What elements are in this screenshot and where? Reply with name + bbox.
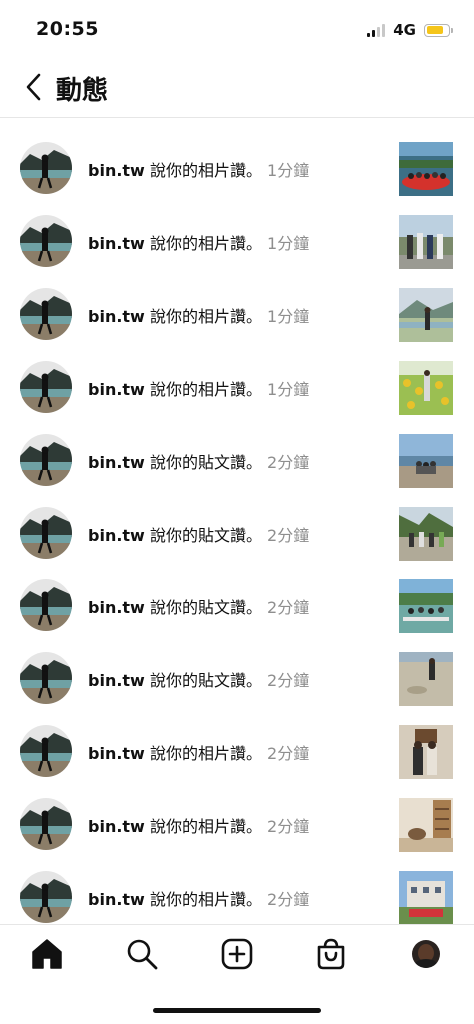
notification-action: 說你的相片讚。 xyxy=(149,161,262,180)
notification-row[interactable]: bin.tw 說你的貼文讚。 2分鐘 xyxy=(0,427,474,493)
avatar[interactable] xyxy=(20,652,72,705)
home-icon[interactable] xyxy=(30,937,64,971)
avatar[interactable] xyxy=(20,871,72,923)
profile-avatar[interactable] xyxy=(409,937,443,971)
notification-row[interactable]: bin.tw 說你的貼文讚。 2分鐘 xyxy=(0,645,474,711)
notification-row[interactable]: bin.tw 說你的相片讚。 1分鐘 xyxy=(0,354,474,420)
post-thumbnail[interactable] xyxy=(399,142,453,196)
post-thumbnail[interactable] xyxy=(399,798,453,853)
notification-text: bin.tw 說你的相片讚。 1分鐘 xyxy=(88,157,309,181)
notification-text: bin.tw 說你的相片讚。 1分鐘 xyxy=(88,230,309,254)
notification-action: 說你的貼文讚。 xyxy=(149,671,262,691)
notification-time: 1分鐘 xyxy=(267,233,310,253)
notification-text: bin.tw 說你的相片讚。 2分鐘 xyxy=(88,886,309,910)
post-thumbnail[interactable] xyxy=(399,579,453,634)
username[interactable]: bin.tw xyxy=(88,453,145,472)
notification-text: bin.tw 說你的相片讚。 1分鐘 xyxy=(88,303,309,327)
avatar[interactable] xyxy=(20,360,72,413)
notification-text: bin.tw 說你的貼文讚。 2分鐘 xyxy=(88,522,309,546)
notification-action: 說你的貼文讚。 xyxy=(149,598,262,618)
notification-row[interactable]: bin.tw 說你的相片讚。 2分鐘 xyxy=(0,791,474,857)
search-icon[interactable] xyxy=(125,937,159,971)
activity-header: 動態 xyxy=(0,62,474,118)
notification-action: 說你的貼文讚。 xyxy=(149,525,262,545)
notification-action: 說你的貼文讚。 xyxy=(149,452,262,472)
notification-action: 說你的相片讚。 xyxy=(149,817,262,837)
notification-row[interactable]: bin.tw 說你的相片讚。 2分鐘 xyxy=(0,864,474,925)
new-post-icon[interactable] xyxy=(220,937,254,971)
notification-time: 2分鐘 xyxy=(267,671,310,691)
notification-row[interactable]: bin.tw 說你的相片讚。 2分鐘 xyxy=(0,718,474,784)
avatar[interactable] xyxy=(20,798,72,851)
post-thumbnail[interactable] xyxy=(399,360,453,415)
post-thumbnail[interactable] xyxy=(399,725,453,780)
notification-list: bin.tw 說你的相片讚。 1分鐘 bin.tw 說你的相片讚。 1分鐘 bin.… xyxy=(0,130,474,925)
notification-action: 說你的相片讚。 xyxy=(149,233,262,253)
notification-text: bin.tw 說你的相片讚。 2分鐘 xyxy=(88,813,309,837)
notification-row[interactable]: bin.tw 說你的貼文讚。 2分鐘 xyxy=(0,572,474,638)
avatar[interactable] xyxy=(20,725,72,778)
notification-row[interactable]: bin.tw 說你的相片讚。 1分鐘 xyxy=(0,281,474,347)
post-thumbnail[interactable] xyxy=(399,287,453,342)
avatar[interactable] xyxy=(20,433,72,486)
avatar[interactable] xyxy=(20,142,72,194)
notification-time: 2分鐘 xyxy=(267,817,310,837)
notification-time: 2分鐘 xyxy=(267,452,310,472)
notification-action: 說你的相片讚。 xyxy=(149,306,262,326)
notification-time: 1分鐘 xyxy=(267,161,310,180)
notification-time: 2分鐘 xyxy=(267,890,310,909)
username[interactable]: bin.tw xyxy=(88,234,145,253)
status-bar: 20:55 4G xyxy=(0,0,474,60)
notification-row[interactable]: bin.tw 說你的相片讚。 1分鐘 xyxy=(0,135,474,201)
post-thumbnail[interactable] xyxy=(399,652,453,707)
battery-icon xyxy=(424,23,453,37)
post-thumbnail[interactable] xyxy=(399,433,453,488)
notification-row[interactable]: bin.tw 說你的貼文讚。 2分鐘 xyxy=(0,500,474,566)
status-icons: 4G xyxy=(367,20,453,40)
shop-icon[interactable] xyxy=(314,937,348,971)
post-thumbnail[interactable] xyxy=(399,871,453,925)
avatar[interactable] xyxy=(20,287,72,340)
notification-text: bin.tw 說你的相片讚。 1分鐘 xyxy=(88,376,309,400)
username[interactable]: bin.tw xyxy=(88,307,145,326)
username[interactable]: bin.tw xyxy=(88,890,145,909)
notification-time: 1分鐘 xyxy=(267,379,310,399)
notification-action: 說你的相片讚。 xyxy=(149,379,262,399)
avatar[interactable] xyxy=(20,214,72,267)
username[interactable]: bin.tw xyxy=(88,161,145,180)
avatar[interactable] xyxy=(20,579,72,632)
post-thumbnail[interactable] xyxy=(399,506,453,561)
username[interactable]: bin.tw xyxy=(88,744,145,763)
notification-text: bin.tw 說你的貼文讚。 2分鐘 xyxy=(88,667,309,691)
username[interactable]: bin.tw xyxy=(88,380,145,399)
username[interactable]: bin.tw xyxy=(88,817,145,836)
page-title: 動態 xyxy=(56,76,109,106)
avatar[interactable] xyxy=(20,506,72,559)
username[interactable]: bin.tw xyxy=(88,598,145,617)
username[interactable]: bin.tw xyxy=(88,671,145,690)
post-thumbnail[interactable] xyxy=(399,214,453,269)
notification-action: 說你的相片讚。 xyxy=(149,744,262,764)
notification-time: 2分鐘 xyxy=(267,598,310,618)
username[interactable]: bin.tw xyxy=(88,526,145,545)
chevron-left-icon[interactable] xyxy=(20,72,50,102)
notification-time: 1分鐘 xyxy=(267,306,310,326)
notification-time: 2分鐘 xyxy=(267,525,310,545)
notification-action: 說你的相片讚。 xyxy=(149,890,262,909)
notification-text: bin.tw 說你的貼文讚。 2分鐘 xyxy=(88,449,309,473)
status-time: 20:55 xyxy=(36,18,99,40)
notification-time: 2分鐘 xyxy=(267,744,310,764)
notification-text: bin.tw 說你的相片讚。 2分鐘 xyxy=(88,740,309,764)
home-indicator xyxy=(153,1008,321,1013)
signal-icon xyxy=(367,23,386,37)
notification-text: bin.tw 說你的貼文讚。 2分鐘 xyxy=(88,594,309,618)
notification-row[interactable]: bin.tw 說你的相片讚。 1分鐘 xyxy=(0,208,474,274)
network-type: 4G xyxy=(393,21,416,39)
